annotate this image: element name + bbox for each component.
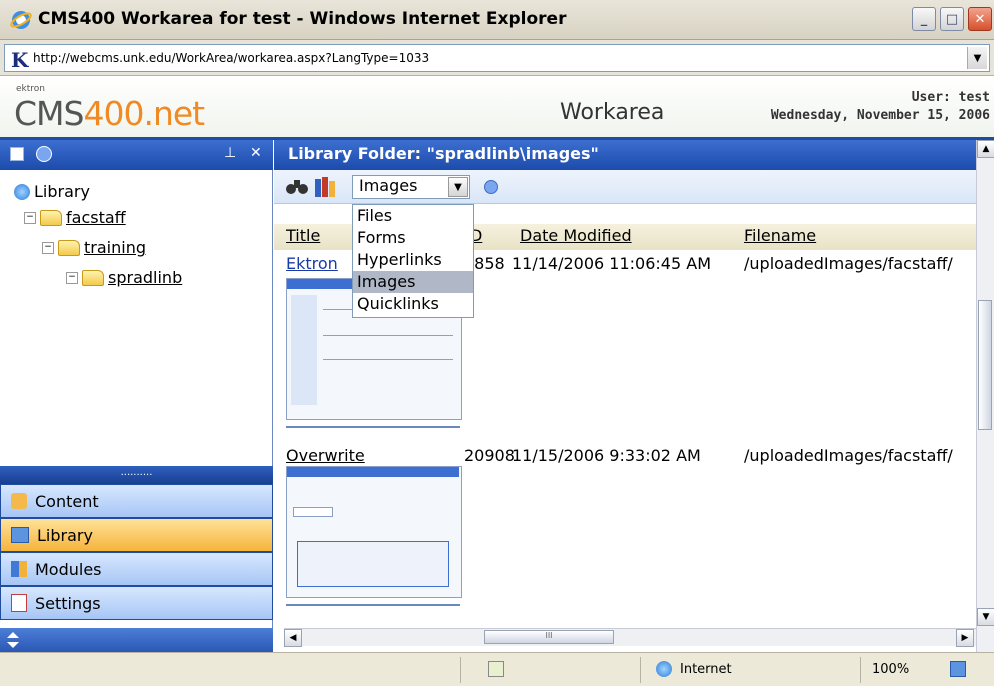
logo-ektron: ektron [16, 84, 45, 94]
chevron-down-icon[interactable]: ▼ [448, 177, 468, 197]
dropdown-option-forms[interactable]: Forms [353, 227, 473, 249]
row-title-link[interactable]: Ektron [286, 254, 338, 273]
nav-content-button[interactable]: Content [0, 484, 273, 518]
column-filename[interactable]: Filename [744, 226, 816, 245]
scroll-right-icon[interactable]: ▶ [956, 629, 974, 647]
column-title[interactable]: Title [286, 226, 320, 245]
user-label: User: test [911, 90, 990, 105]
scroll-up-icon[interactable]: ▲ [977, 140, 994, 158]
row-id: 20908 [464, 446, 515, 465]
type-select[interactable]: Images ▼ [352, 175, 470, 199]
cms400-logo: CMS400.net [14, 94, 205, 133]
dropdown-option-hyperlinks[interactable]: Hyperlinks [353, 249, 473, 271]
scroll-thumb[interactable] [978, 300, 992, 430]
folder-icon [82, 269, 104, 286]
dropdown-option-images[interactable]: Images [353, 271, 473, 293]
folder-icon [58, 239, 80, 256]
app-header: ektron CMS400.net Workarea User: test We… [0, 76, 994, 140]
tree-item-label[interactable]: facstaff [66, 208, 126, 227]
tree-item-facstaff[interactable]: − facstaff [24, 208, 126, 227]
tree-root[interactable]: Library [14, 182, 90, 201]
zoom-options-icon[interactable] [950, 661, 966, 677]
settings-icon [11, 594, 27, 612]
help-icon[interactable] [484, 180, 498, 194]
nav-label: Settings [35, 593, 101, 613]
expand-icon[interactable]: − [24, 211, 36, 224]
tree-item-label[interactable]: spradlinb [108, 268, 182, 287]
library-icon [11, 527, 29, 543]
type-select-value: Images [359, 176, 418, 195]
address-bar: K http://webcms.unk.edu/WorkArea/workare… [0, 40, 994, 76]
internet-explorer-icon [10, 11, 32, 29]
collapse-arrows-icon[interactable] [6, 631, 20, 649]
popup-blocker-icon[interactable] [488, 661, 504, 677]
type-dropdown-menu: Files Forms Hyperlinks Images Quicklinks [352, 204, 474, 318]
address-url: http://webcms.unk.edu/WorkArea/workarea.… [33, 51, 430, 65]
nav-modules-button[interactable]: Modules [0, 552, 273, 586]
zoom-level[interactable]: 100% [872, 662, 909, 677]
date-label: Wednesday, November 15, 2006 [770, 108, 990, 123]
panel-splitter[interactable]: .......... [0, 466, 273, 484]
vertical-scrollbar[interactable]: ▲ ▼ [976, 140, 994, 652]
row-date: 11/14/2006 11:06:45 AM [512, 254, 711, 273]
expand-icon[interactable]: − [42, 241, 54, 254]
scroll-left-icon[interactable]: ◀ [284, 629, 302, 647]
folder-icon [40, 209, 62, 226]
tree-item-training[interactable]: − training [42, 238, 146, 257]
column-date-modified[interactable]: Date Modified [520, 226, 632, 245]
maximize-button[interactable]: □ [940, 7, 964, 31]
row-filename: /uploadedImages/facstaff/ [744, 254, 953, 273]
address-dropdown-button[interactable]: ▼ [967, 47, 987, 69]
image-thumbnail[interactable] [286, 466, 462, 598]
tree-root-label: Library [34, 182, 90, 201]
site-favicon-icon: K [11, 48, 29, 72]
minimize-button[interactable]: _ [912, 7, 936, 31]
nav-label: Library [37, 525, 93, 545]
row-date: 11/15/2006 9:33:02 AM [512, 446, 701, 465]
library-globe-icon [14, 183, 30, 200]
content-toolbar: Images ▼ [274, 170, 976, 204]
add-library-icon[interactable] [314, 176, 338, 198]
close-window-button[interactable]: ✕ [968, 7, 992, 31]
panel-menu-icon[interactable] [10, 147, 24, 161]
horizontal-scrollbar[interactable]: ◀ III ▶ [284, 628, 976, 647]
security-zone-label: Internet [680, 662, 732, 677]
nav-label: Content [35, 491, 99, 511]
nav-settings-button[interactable]: Settings [0, 586, 273, 620]
internet-zone-icon [656, 661, 672, 677]
row-filename: /uploadedImages/facstaff/ [744, 446, 953, 465]
content-icon [11, 493, 27, 509]
dropdown-option-files[interactable]: Files [353, 205, 473, 227]
folder-tree: Library − facstaff − training − spradlin… [0, 170, 273, 466]
left-panel-header: ⊥ ✕ [0, 140, 273, 170]
scroll-thumb[interactable]: III [484, 630, 614, 644]
status-bar: Internet 100% [0, 652, 994, 686]
dropdown-option-quicklinks[interactable]: Quicklinks [353, 293, 473, 315]
tree-item-spradlinb[interactable]: − spradlinb [66, 268, 182, 287]
expand-icon[interactable]: − [66, 271, 78, 284]
address-input[interactable]: K http://webcms.unk.edu/WorkArea/workare… [4, 44, 990, 72]
close-panel-icon[interactable]: ✕ [250, 145, 262, 161]
window-title-bar: CMS400 Workarea for test - Windows Inter… [0, 0, 994, 40]
content-panel: Library Folder: "spradlinb\images" Image… [274, 140, 976, 652]
scroll-down-icon[interactable]: ▼ [977, 608, 994, 626]
section-title: Workarea [560, 100, 665, 125]
tree-item-label[interactable]: training [84, 238, 146, 257]
row-divider [286, 426, 460, 428]
nav-library-button[interactable]: Library [0, 518, 273, 552]
row-title-link[interactable]: Overwrite [286, 446, 365, 465]
modules-icon [11, 561, 27, 577]
row-divider [286, 604, 460, 606]
left-panel: ⊥ ✕ Library − facstaff − training − spra… [0, 140, 273, 652]
help-icon[interactable] [36, 146, 52, 162]
search-binoculars-icon[interactable] [286, 178, 308, 196]
nav-label: Modules [35, 559, 102, 579]
folder-title: Library Folder: "spradlinb\images" [274, 140, 976, 170]
window-title: CMS400 Workarea for test - Windows Inter… [38, 9, 567, 29]
panel-collapse-bar[interactable] [0, 628, 273, 652]
pin-icon[interactable]: ⊥ [224, 145, 236, 161]
